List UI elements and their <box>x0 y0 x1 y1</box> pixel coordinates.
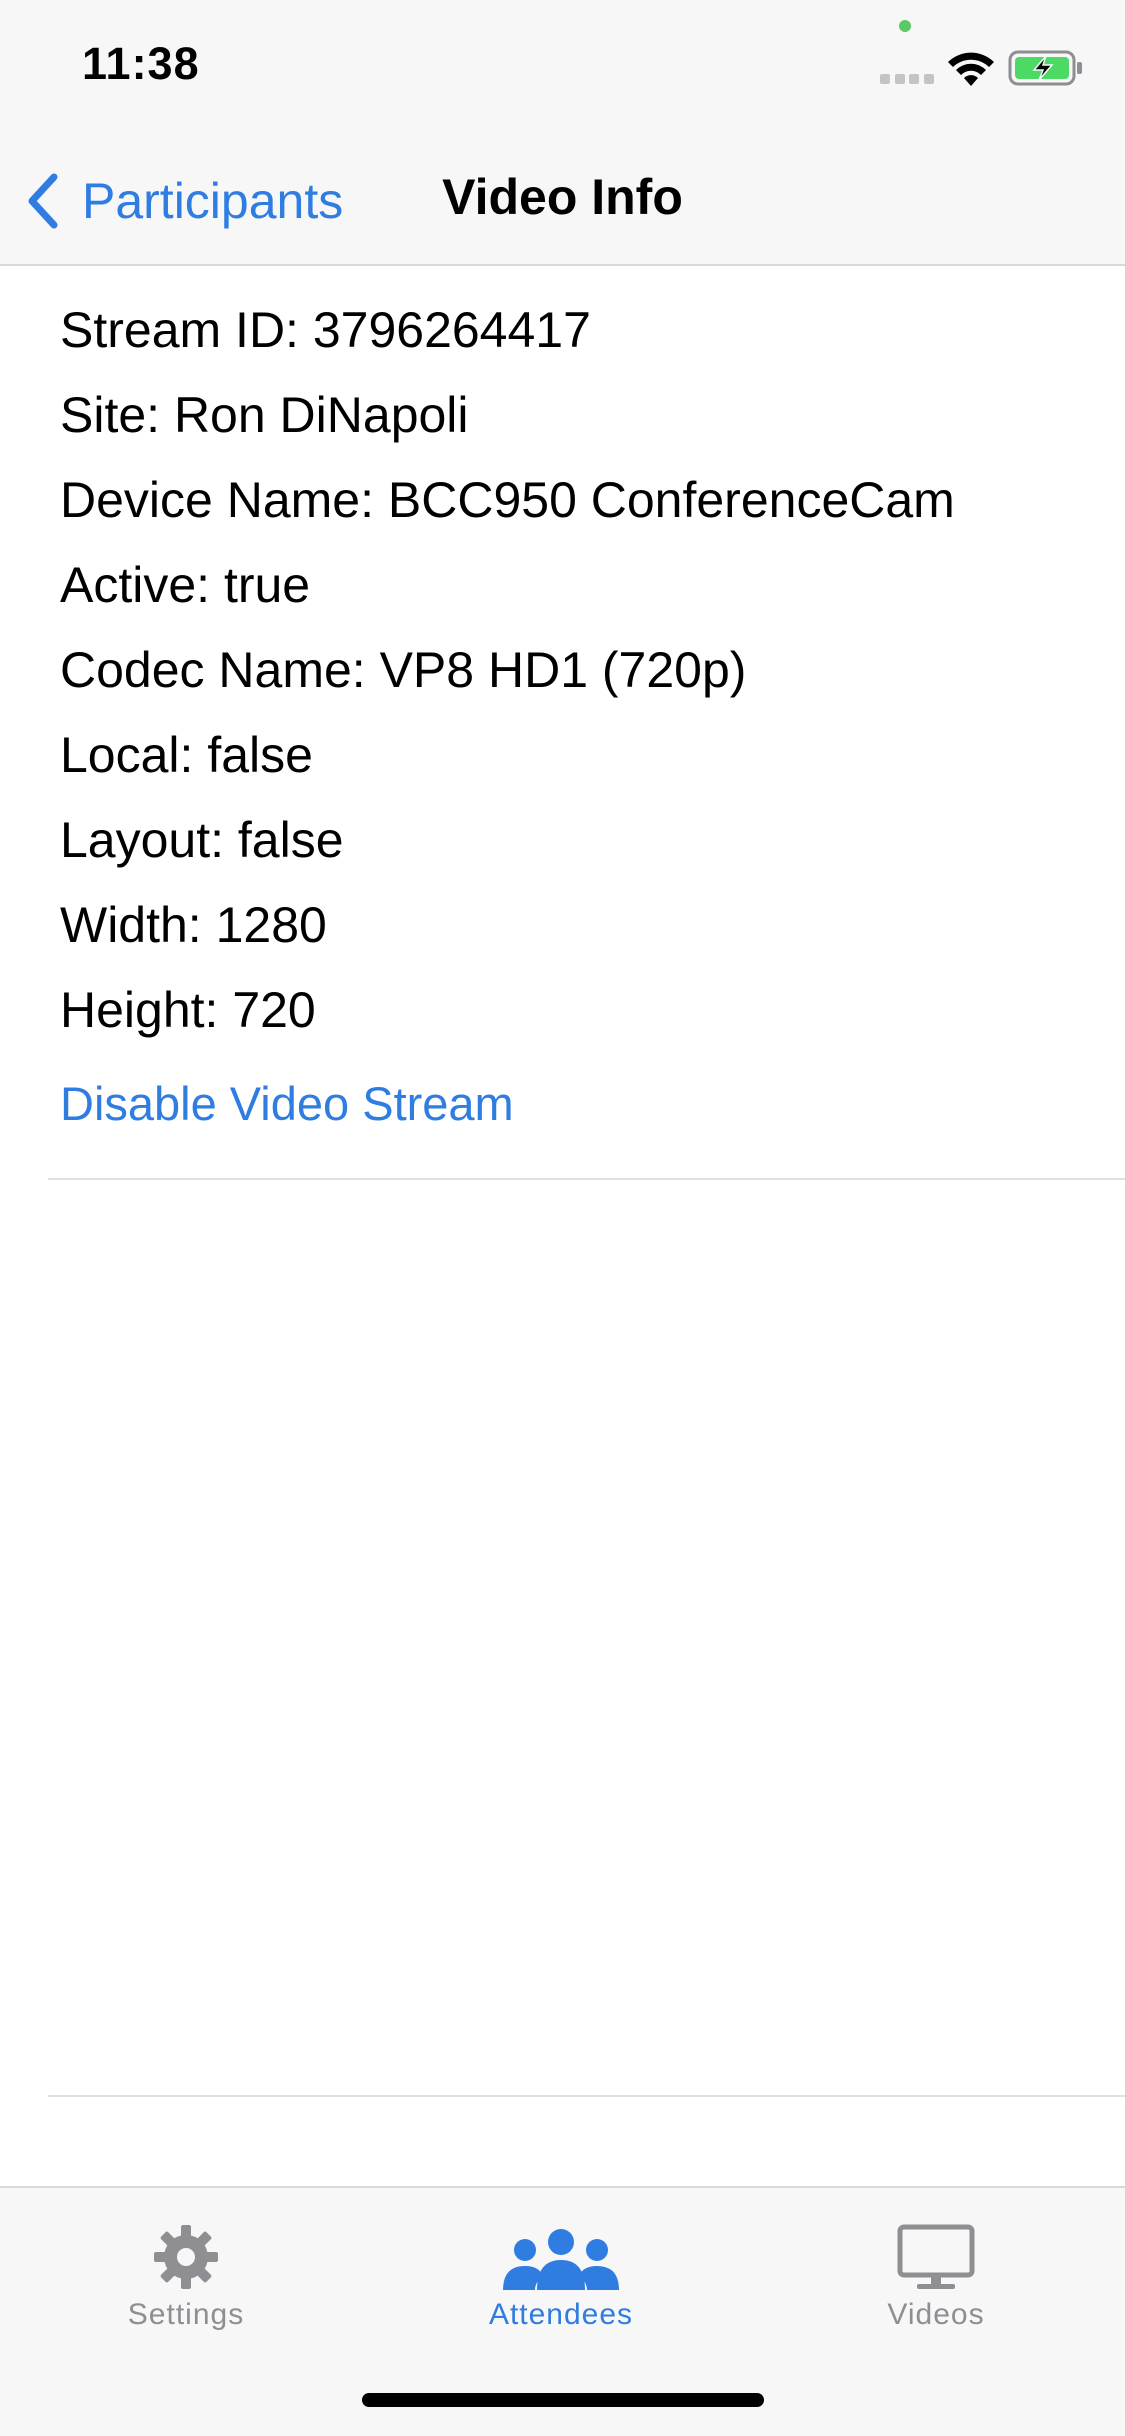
cellular-signal-icon <box>880 74 934 84</box>
chevron-left-icon <box>28 173 58 229</box>
info-device-name: Device Name: BCC950 ConferenceCam <box>60 472 955 528</box>
tab-attendees-label: Attendees <box>488 2298 634 2331</box>
info-local: Local: false <box>60 727 313 783</box>
home-indicator[interactable] <box>362 2393 764 2407</box>
info-site: Site: Ron DiNapoli <box>60 387 469 443</box>
tab-attendees[interactable]: Attendees <box>411 2212 711 2342</box>
status-time: 11:38 <box>82 38 200 89</box>
divider <box>48 2095 1125 2097</box>
tab-videos-label: Videos <box>887 2298 985 2331</box>
video-info-screen: 11:38 Video Info Participants Stream ID:… <box>0 0 1125 2436</box>
camera-indicator-icon <box>899 20 911 32</box>
info-codec-name: Codec Name: VP8 HD1 (720p) <box>60 642 747 698</box>
tab-settings-label: Settings <box>127 2298 245 2331</box>
people-icon <box>503 2229 619 2290</box>
status-bar: 11:38 <box>0 0 1125 140</box>
tab-videos[interactable]: Videos <box>786 2212 1086 2342</box>
monitor-icon <box>897 2224 975 2289</box>
divider <box>48 1178 1125 1180</box>
tab-settings[interactable]: Settings <box>36 2212 336 2342</box>
info-width: Width: 1280 <box>60 897 327 953</box>
wifi-icon <box>948 52 994 86</box>
info-stream-id: Stream ID: 3796264417 <box>60 302 591 358</box>
info-active: Active: true <box>60 557 311 613</box>
disable-video-stream-button[interactable]: Disable Video Stream <box>60 1076 514 1131</box>
info-height: Height: 720 <box>60 982 316 1038</box>
info-list: Stream ID: 3796264417 Site: Ron DiNapoli… <box>60 292 1100 1057</box>
battery-charging-icon <box>1008 50 1082 86</box>
back-button[interactable]: Participants <box>24 166 343 236</box>
gear-icon <box>154 2225 218 2289</box>
info-layout: Layout: false <box>60 812 344 868</box>
navigation-bar: Video Info Participants <box>0 140 1125 266</box>
back-button-label: Participants <box>82 173 344 229</box>
